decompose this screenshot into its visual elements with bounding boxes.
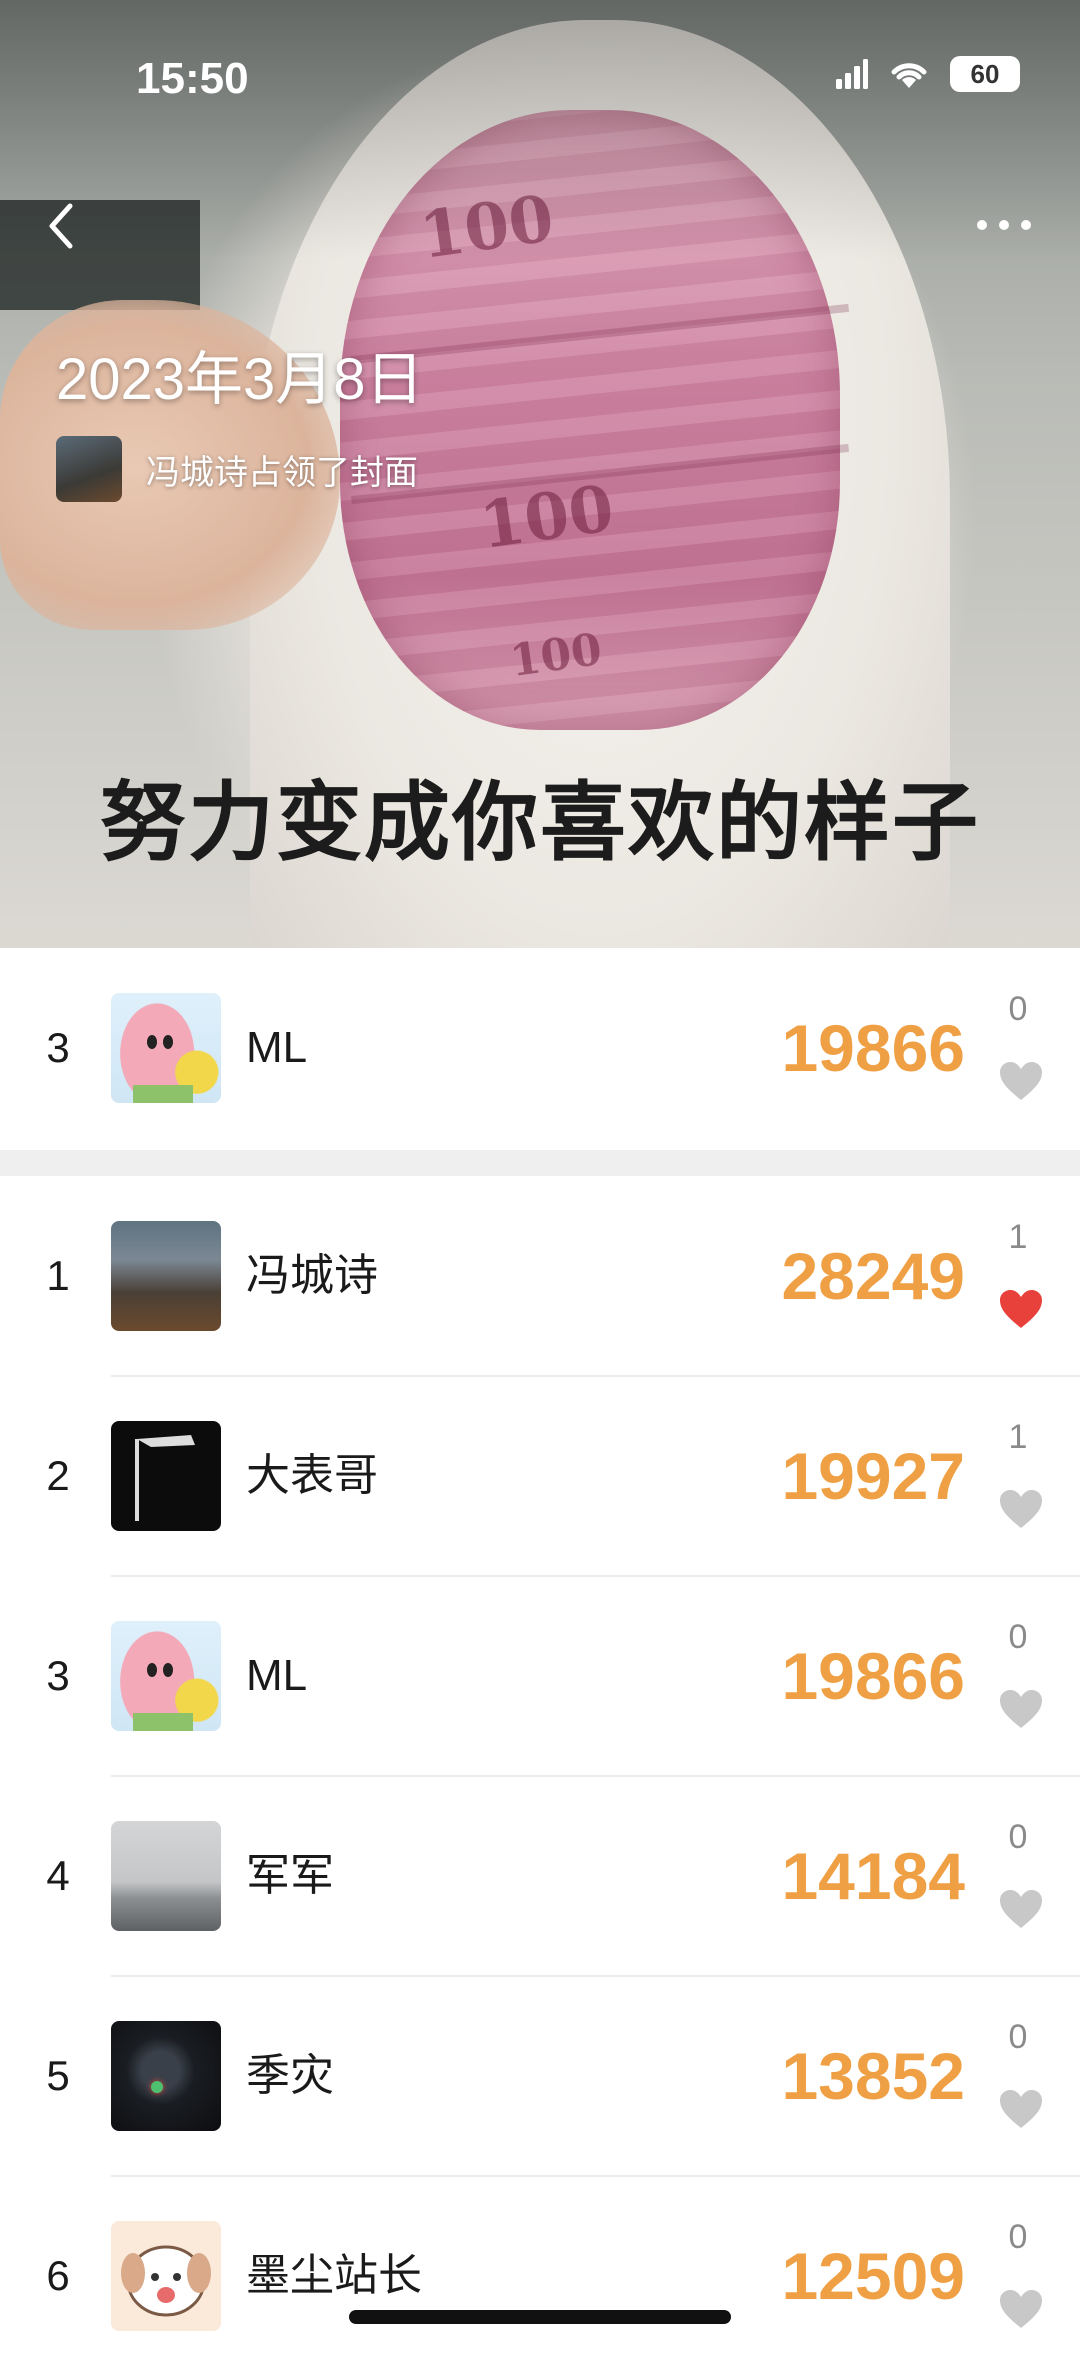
user-name: 墨尘站长 <box>246 2251 422 2300</box>
cover-owner-text: 冯城诗占领了封面 <box>146 453 418 492</box>
more-options-button[interactable] <box>974 210 1034 240</box>
wifi-icon <box>891 63 927 88</box>
step-count: 14184 <box>781 1839 965 1913</box>
ranking-row[interactable]: 2 大表哥 19927 1 <box>0 1376 1080 1576</box>
rank-number: 4 <box>46 1852 70 1899</box>
ranking-row[interactable]: 6 墨尘站长 12509 0 <box>0 2176 1080 2376</box>
rank-number: 2 <box>46 1452 70 1499</box>
section-gap <box>0 1150 1080 1176</box>
cover-caption: 努力变成你喜欢的样子 <box>100 775 980 871</box>
ranking-row[interactable]: 5 季灾 13852 0 <box>0 1976 1080 2176</box>
rank-number: 5 <box>46 2052 70 2099</box>
avatar[interactable] <box>111 1621 221 1731</box>
battery-icon: 60 <box>950 56 1020 92</box>
ranking-row[interactable]: 1 冯城诗 28249 1 <box>0 1176 1080 1376</box>
step-count: 19866 <box>781 1639 965 1713</box>
user-name: ML <box>246 1023 308 1072</box>
status-time: 15:50 <box>136 54 249 103</box>
like-count: 0 <box>1008 2218 1028 2256</box>
home-indicator[interactable] <box>349 2310 731 2324</box>
cellular-signal-icon <box>836 59 868 89</box>
rank-number: 3 <box>46 1652 70 1699</box>
like-count: 1 <box>1008 1218 1028 1256</box>
step-count: 19927 <box>781 1439 965 1513</box>
my-rank-row[interactable]: 3 ML 19866 0 <box>0 948 1080 1148</box>
heart-icon[interactable] <box>998 1288 1044 1330</box>
step-count: 28249 <box>781 1239 965 1313</box>
heart-icon[interactable] <box>998 2088 1044 2130</box>
avatar[interactable] <box>111 1421 221 1531</box>
step-count: 12509 <box>781 2239 965 2313</box>
step-count: 19866 <box>781 1011 965 1085</box>
user-name: ML <box>246 1651 308 1700</box>
like-count: 1 <box>1008 1418 1028 1456</box>
ranking-row[interactable]: 3 ML 19866 0 <box>0 1576 1080 1776</box>
user-name: 季灾 <box>246 2051 334 2100</box>
heart-icon[interactable] <box>998 1060 1044 1102</box>
user-name: 军军 <box>246 1851 334 1900</box>
like-count: 0 <box>1008 1818 1028 1856</box>
cover-date: 2023年3月8日 <box>56 347 424 412</box>
avatar[interactable] <box>111 1821 221 1931</box>
heart-icon[interactable] <box>998 1488 1044 1530</box>
cover-owner[interactable]: 冯城诗占领了封面 <box>56 436 418 502</box>
ranking-row[interactable]: 4 军军 14184 0 <box>0 1776 1080 1976</box>
step-count: 13852 <box>781 2039 965 2113</box>
avatar[interactable] <box>111 1221 221 1331</box>
rank-number: 3 <box>46 1024 70 1071</box>
like-count: 0 <box>1008 2018 1028 2056</box>
user-name: 冯城诗 <box>246 1251 378 1300</box>
like-count: 0 <box>1008 990 1028 1028</box>
cover-owner-avatar <box>56 436 122 502</box>
rank-number: 1 <box>46 1252 70 1299</box>
user-name: 大表哥 <box>246 1451 378 1500</box>
top-shade <box>0 0 1080 260</box>
cover-image[interactable]: 100 100 100 15:50 60 2023年3月8日 冯城诗占领了封面 … <box>0 0 1080 948</box>
status-indicators: 60 <box>834 56 1020 92</box>
heart-icon[interactable] <box>998 2288 1044 2330</box>
avatar[interactable] <box>111 993 221 1103</box>
rank-number: 6 <box>46 2252 70 2299</box>
avatar[interactable] <box>111 2021 221 2131</box>
back-button[interactable] <box>40 196 80 256</box>
like-count: 0 <box>1008 1618 1028 1656</box>
heart-icon[interactable] <box>998 1688 1044 1730</box>
avatar[interactable] <box>111 2221 221 2331</box>
heart-icon[interactable] <box>998 1888 1044 1930</box>
